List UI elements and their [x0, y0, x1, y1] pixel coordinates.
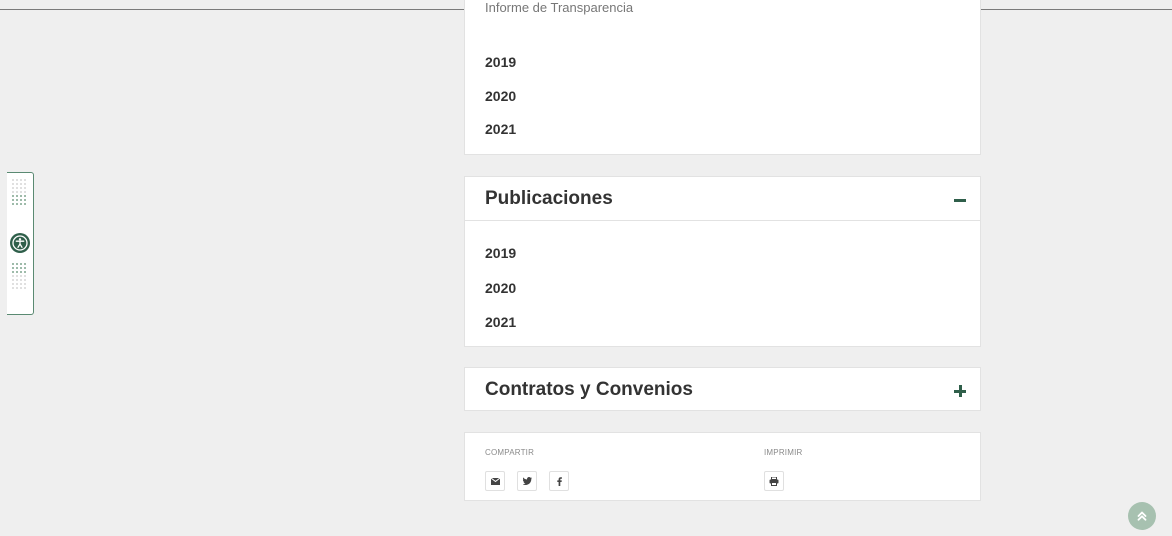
- facebook-icon: [556, 476, 562, 486]
- publicaciones-header[interactable]: Publicaciones: [465, 177, 980, 221]
- double-chevron-up-icon: [1137, 511, 1147, 521]
- plus-icon[interactable]: [954, 385, 966, 397]
- contratos-accordion: Contratos y Convenios: [464, 367, 981, 411]
- publicaciones-accordion: Publicaciones 2019 2020 2021: [464, 176, 981, 347]
- drag-handle-bottom: [12, 263, 28, 291]
- back-to-top-button[interactable]: [1128, 502, 1156, 530]
- print-button[interactable]: [764, 471, 784, 491]
- share-label: COMPARTIR: [485, 448, 535, 457]
- contratos-title: Contratos y Convenios: [485, 379, 693, 400]
- print-label: IMPRIMIR: [764, 448, 803, 457]
- print-icon: [769, 476, 779, 486]
- twitter-share-button[interactable]: [517, 471, 537, 491]
- year-link-2020[interactable]: 2020: [485, 280, 516, 296]
- drag-handle-top: [12, 179, 28, 207]
- accessibility-widget[interactable]: [7, 172, 34, 315]
- year-link-2021[interactable]: 2021: [485, 314, 516, 330]
- accessibility-icon[interactable]: [10, 233, 30, 253]
- year-link-2019[interactable]: 2019: [485, 245, 516, 261]
- email-share-button[interactable]: [485, 471, 505, 491]
- year-link-2019[interactable]: 2019: [485, 54, 516, 70]
- year-link-2020[interactable]: 2020: [485, 88, 516, 104]
- share-print-card: COMPARTIR IMPRIMIR: [464, 432, 981, 501]
- minus-icon[interactable]: [954, 199, 966, 202]
- year-link-2021[interactable]: 2021: [485, 121, 516, 137]
- publicaciones-title: Publicaciones: [485, 187, 613, 209]
- twitter-icon: [522, 477, 532, 485]
- email-icon: [490, 477, 500, 485]
- facebook-share-button[interactable]: [549, 471, 569, 491]
- contratos-header[interactable]: Contratos y Convenios: [465, 368, 980, 412]
- transparency-report-card: Informe de Transparencia 2019 2020 2021: [464, 0, 981, 155]
- transparency-report-label: Informe de Transparencia: [485, 0, 634, 15]
